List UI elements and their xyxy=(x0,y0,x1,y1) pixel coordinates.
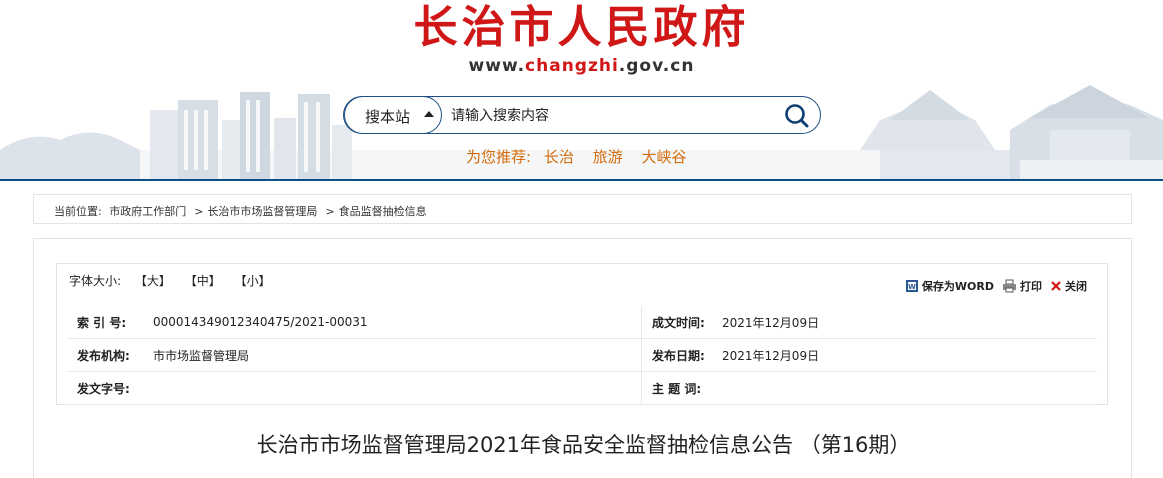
close-icon xyxy=(1051,281,1061,291)
site-url-highlight: changzhi xyxy=(525,56,619,76)
document-metadata-table: 索 引 号: 000014349012340475/2021-00031 成文时… xyxy=(67,306,1097,405)
search-scope-dropdown[interactable]: 搜本站 xyxy=(344,96,442,134)
publisher-label: 发布机构: xyxy=(67,338,153,372)
index-number-label: 索 引 号: xyxy=(67,306,153,339)
document-info-box: 字体大小: 【大】 【中】 【小】 W 保存为WORD 打印 关闭 索 引 号:… xyxy=(56,263,1108,405)
close-button[interactable]: 关闭 xyxy=(1050,278,1087,294)
word-document-icon: W xyxy=(905,280,918,292)
search-button[interactable] xyxy=(784,103,810,129)
font-size-selector: 字体大小: 【大】 【中】 【小】 xyxy=(69,272,271,289)
recommend-label: 为您推荐: xyxy=(466,148,532,166)
search-input[interactable] xyxy=(449,103,773,129)
search-scope-label: 搜本站 xyxy=(365,108,411,126)
publish-date-label: 发布日期: xyxy=(641,338,722,372)
publisher-value: 市市场监督管理局 xyxy=(153,338,642,372)
breadcrumb-item[interactable]: 食品监督抽检信息 xyxy=(339,205,427,218)
print-label: 打印 xyxy=(1020,280,1042,293)
site-url-prefix: www. xyxy=(468,56,526,76)
index-number-value: 000014349012340475/2021-00031 xyxy=(153,306,642,339)
article-title: 长治市市场监督管理局2021年食品安全监督抽检信息公告 （第16期） xyxy=(256,433,911,457)
printer-icon xyxy=(1003,279,1016,293)
caret-up-icon xyxy=(424,111,434,117)
subject-label: 主 题 词: xyxy=(641,371,722,405)
date-written-label: 成文时间: xyxy=(641,306,722,339)
save-word-label: 保存为WORD xyxy=(921,280,994,293)
print-button[interactable]: 打印 xyxy=(1002,278,1042,294)
doc-number-value xyxy=(153,371,642,405)
breadcrumb-separator: > xyxy=(325,205,335,218)
breadcrumb-label: 当前位置: xyxy=(54,205,102,218)
table-row: 发文字号: 主 题 词: xyxy=(67,371,1097,405)
site-title: 长治市人民政府 xyxy=(413,2,750,53)
font-size-small-button[interactable]: 【小】 xyxy=(235,274,271,288)
table-row: 索 引 号: 000014349012340475/2021-00031 成文时… xyxy=(67,306,1097,339)
content-panel: 字体大小: 【大】 【中】 【小】 W 保存为WORD 打印 关闭 索 引 号:… xyxy=(33,238,1132,478)
date-written-value: 2021年12月09日 xyxy=(722,306,1097,339)
svg-text:W: W xyxy=(908,283,916,291)
save-word-button[interactable]: W 保存为WORD xyxy=(905,278,994,294)
site-url-suffix: .gov.cn xyxy=(618,56,695,76)
recommend-item[interactable]: 旅游 xyxy=(593,148,623,166)
header-divider xyxy=(0,179,1163,181)
search-bar: 搜本站 xyxy=(343,96,821,134)
breadcrumb-item[interactable]: 市政府工作部门 xyxy=(109,205,186,218)
close-label: 关闭 xyxy=(1065,280,1087,293)
table-row: 发布机构: 市市场监督管理局 发布日期: 2021年12月09日 xyxy=(67,338,1097,372)
doc-number-label: 发文字号: xyxy=(67,371,153,405)
font-size-label: 字体大小: xyxy=(69,274,122,288)
recommend-item[interactable]: 长治 xyxy=(544,148,574,166)
breadcrumb-separator: > xyxy=(194,205,204,218)
search-recommendations: 为您推荐: 长治 旅游 大峡谷 xyxy=(466,146,700,167)
site-header: 长治市人民政府 www.changzhi.gov.cn 搜本站 为您推荐: 长治… xyxy=(0,0,1163,181)
breadcrumb: 当前位置: 市政府工作部门 > 长治市市场监督管理局 > 食品监督抽检信息 xyxy=(33,194,1132,224)
search-icon xyxy=(785,104,809,128)
publish-date-value: 2021年12月09日 xyxy=(722,338,1097,372)
document-tools: W 保存为WORD 打印 关闭 xyxy=(897,278,1087,294)
site-url[interactable]: www.changzhi.gov.cn xyxy=(0,56,1163,76)
subject-value xyxy=(722,371,1097,405)
font-size-large-button[interactable]: 【大】 xyxy=(135,274,171,288)
font-size-medium-button[interactable]: 【中】 xyxy=(185,274,221,288)
breadcrumb-item[interactable]: 长治市市场监督管理局 xyxy=(207,205,317,218)
recommend-item[interactable]: 大峡谷 xyxy=(641,148,686,166)
